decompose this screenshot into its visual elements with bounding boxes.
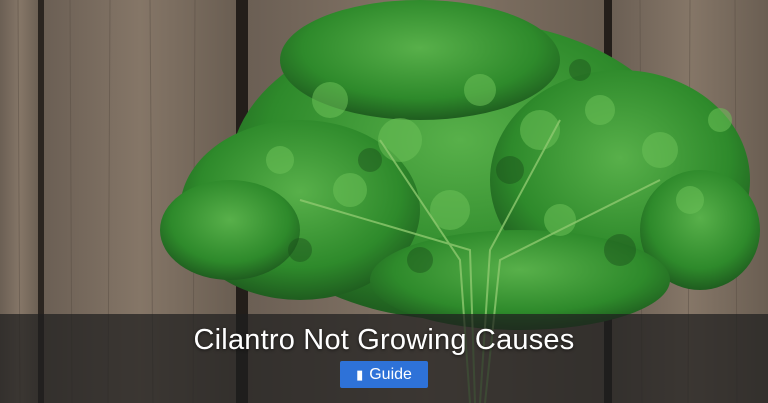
guide-badge[interactable]: ▮ Guide [340,361,428,388]
book-icon: ▮ [356,367,364,382]
article-title: Cilantro Not Growing Causes [193,324,575,356]
hero-image: Cilantro Not Growing Causes ▮ Guide [0,0,768,403]
guide-badge-label: Guide [369,365,412,383]
